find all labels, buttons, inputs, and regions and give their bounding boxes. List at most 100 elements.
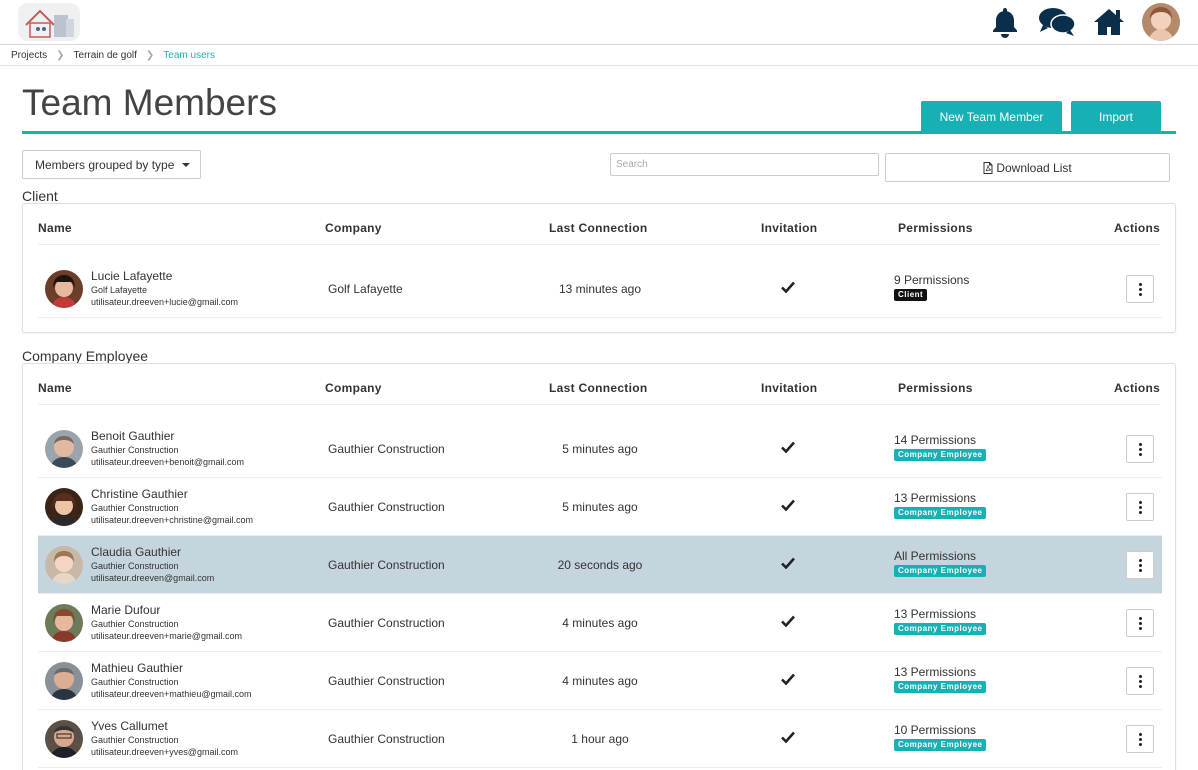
member-permissions[interactable]: 14 Permissions	[894, 433, 976, 447]
user-avatar[interactable]	[1142, 3, 1180, 41]
top-icons	[972, 3, 1180, 41]
table-header: Name Company Last Connection Invitation …	[38, 364, 1160, 405]
column-name[interactable]: Name	[38, 381, 72, 395]
member-email: utilisateur.dreeven+mathieu@gmail.com	[91, 689, 252, 699]
employee-members-table: Name Company Last Connection Invitation …	[22, 363, 1176, 770]
avatar	[45, 430, 83, 468]
member-company: Golf Lafayette	[328, 282, 403, 296]
member-name[interactable]: Lucie Lafayette	[91, 269, 172, 283]
role-badge: Company Employee	[894, 507, 987, 519]
breadcrumb-project[interactable]: Terrain de golf	[74, 50, 137, 61]
column-name[interactable]: Name	[38, 221, 72, 235]
member-permissions[interactable]: 13 Permissions	[894, 665, 976, 679]
table-row[interactable]: Christine Gauthier Gauthier Construction…	[38, 478, 1162, 536]
import-button[interactable]: Import	[1071, 101, 1161, 132]
member-name[interactable]: Mathieu Gauthier	[91, 661, 183, 675]
member-email: utilisateur.dreeven+christine@gmail.com	[91, 515, 253, 525]
member-company-line: Gauthier Construction	[91, 619, 179, 629]
column-company[interactable]: Company	[325, 381, 382, 395]
table-header: Name Company Last Connection Invitation …	[38, 204, 1160, 245]
chat-icon[interactable]	[1038, 3, 1076, 41]
member-last-connection: 1 hour ago	[571, 732, 629, 746]
avatar	[45, 720, 83, 758]
breadcrumb-current: Team users	[163, 49, 215, 61]
column-permissions[interactable]: Permissions	[898, 221, 973, 235]
member-name[interactable]: Benoit Gauthier	[91, 429, 174, 443]
check-icon	[781, 280, 795, 298]
member-company-line: Gauthier Construction	[91, 445, 179, 455]
new-team-member-button[interactable]: New Team Member	[921, 101, 1062, 132]
member-last-connection: 5 minutes ago	[562, 500, 638, 514]
page-title: Team Members	[22, 82, 277, 123]
title-divider	[22, 131, 1176, 134]
group-label-client: Client	[22, 188, 58, 204]
member-permissions[interactable]: 10 Permissions	[894, 723, 976, 737]
member-name[interactable]: Marie Dufour	[91, 603, 160, 617]
member-permissions[interactable]: 13 Permissions	[894, 491, 976, 505]
member-name[interactable]: Claudia Gauthier	[91, 545, 181, 559]
app-logo[interactable]	[18, 3, 80, 41]
member-company: Gauthier Construction	[328, 442, 445, 456]
chevron-right-icon: ❯	[145, 49, 155, 61]
member-last-connection: 5 minutes ago	[562, 442, 638, 456]
more-actions-button[interactable]	[1126, 551, 1154, 579]
column-invitation[interactable]: Invitation	[761, 381, 817, 395]
member-email: utilisateur.dreeven+yves@gmail.com	[91, 747, 238, 757]
avatar	[45, 662, 83, 700]
role-badge: Client	[894, 289, 928, 301]
breadcrumb-projects[interactable]: Projects	[11, 50, 47, 61]
table-row[interactable]: Claudia Gauthier Gauthier Construction u…	[38, 536, 1162, 594]
home-icon[interactable]	[1090, 3, 1128, 41]
chevron-right-icon: ❯	[56, 49, 65, 61]
member-company-line: Golf Lafayette	[91, 285, 148, 295]
search-input[interactable]	[610, 153, 879, 176]
more-actions-button[interactable]	[1126, 275, 1154, 303]
member-company-line: Gauthier Construction	[91, 503, 179, 513]
member-last-connection: 4 minutes ago	[562, 616, 638, 630]
column-invitation[interactable]: Invitation	[761, 221, 817, 235]
client-members-table: Name Company Last Connection Invitation …	[22, 203, 1176, 333]
member-email: utilisateur.dreeven+marie@gmail.com	[91, 631, 242, 641]
group-label-company-employee: Company Employee	[22, 348, 149, 364]
member-permissions[interactable]: 9 Permissions	[894, 273, 969, 287]
more-actions-button[interactable]	[1126, 725, 1154, 753]
member-company-line: Gauthier Construction	[91, 735, 179, 745]
member-last-connection: 20 seconds ago	[557, 558, 643, 572]
download-list-button[interactable]: Download List	[885, 153, 1170, 182]
column-permissions[interactable]: Permissions	[898, 381, 973, 395]
member-permissions[interactable]: All Permissions	[894, 549, 976, 563]
more-actions-button[interactable]	[1126, 609, 1154, 637]
table-row[interactable]: Benoit Gauthier Gauthier Construction ut…	[38, 420, 1162, 478]
member-email: utilisateur.dreeven@gmail.com	[91, 573, 215, 583]
member-last-connection: 13 minutes ago	[558, 282, 642, 296]
table-row[interactable]: Marie Dufour Gauthier Construction utili…	[38, 594, 1162, 652]
member-permissions[interactable]: 13 Permissions	[894, 607, 976, 621]
member-name[interactable]: Yves Callumet	[91, 719, 168, 733]
member-email: utilisateur.dreeven+lucie@gmail.com	[91, 297, 238, 307]
table-row[interactable]: Lucie Lafayette Golf Lafayette utilisate…	[38, 260, 1162, 318]
role-badge: Company Employee	[894, 565, 987, 577]
avatar	[45, 546, 83, 584]
role-badge: Company Employee	[894, 623, 987, 635]
check-icon	[781, 556, 795, 574]
table-row[interactable]: Mathieu Gauthier Gauthier Construction u…	[38, 652, 1162, 710]
top-bar	[0, 0, 1198, 45]
more-actions-button[interactable]	[1126, 435, 1154, 463]
member-company-line: Gauthier Construction	[91, 561, 179, 571]
breadcrumb: Projects ❯ Terrain de golf ❯ Team users	[0, 45, 1198, 66]
bell-icon[interactable]	[986, 3, 1024, 41]
check-icon	[781, 672, 795, 690]
role-badge: Company Employee	[894, 739, 987, 751]
column-company[interactable]: Company	[325, 221, 382, 235]
member-last-connection: 4 minutes ago	[562, 674, 638, 688]
table-row[interactable]: Yves Callumet Gauthier Construction util…	[38, 710, 1162, 768]
grouping-dropdown[interactable]: Members grouped by type	[22, 150, 201, 179]
member-email: utilisateur.dreeven+benoit@gmail.com	[91, 457, 244, 467]
member-company-line: Gauthier Construction	[91, 677, 179, 687]
column-last-connection[interactable]: Last Connection	[549, 381, 648, 395]
more-actions-button[interactable]	[1126, 493, 1154, 521]
member-name[interactable]: Christine Gauthier	[91, 487, 188, 501]
more-actions-button[interactable]	[1126, 667, 1154, 695]
role-badge: Company Employee	[894, 681, 987, 693]
column-last-connection[interactable]: Last Connection	[549, 221, 648, 235]
